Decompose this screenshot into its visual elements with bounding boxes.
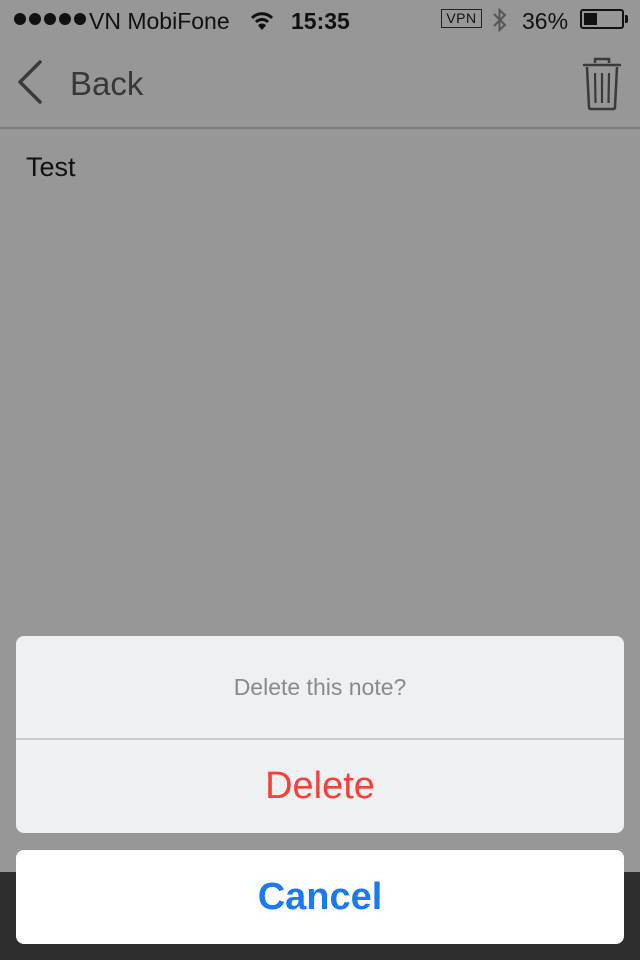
trash-icon <box>580 57 624 116</box>
status-bar: VN MobiFone 15:35 VPN 36% <box>0 0 640 40</box>
note-text[interactable]: Test <box>26 151 76 183</box>
signal-strength-icon <box>14 13 86 25</box>
trash-button[interactable] <box>580 56 624 112</box>
back-label: Back <box>70 65 144 102</box>
wifi-icon <box>250 10 274 37</box>
battery-percentage: 36% <box>522 8 569 34</box>
chevron-left-icon <box>14 59 44 109</box>
carrier-name: VN MobiFone <box>89 8 230 34</box>
vpn-badge: VPN <box>441 9 482 28</box>
battery-icon <box>580 9 624 29</box>
action-sheet: Delete this note? Delete <box>16 636 624 833</box>
cancel-button[interactable]: Cancel <box>16 850 624 944</box>
action-sheet-title: Delete this note? <box>16 636 624 740</box>
navigation-bar: Back <box>0 40 640 129</box>
battery-level-fill <box>584 13 597 25</box>
status-time: 15:35 <box>291 8 350 34</box>
back-button[interactable]: Back <box>14 59 144 109</box>
battery-tip <box>625 15 628 23</box>
bluetooth-icon <box>492 7 508 39</box>
delete-button[interactable]: Delete <box>16 740 624 833</box>
